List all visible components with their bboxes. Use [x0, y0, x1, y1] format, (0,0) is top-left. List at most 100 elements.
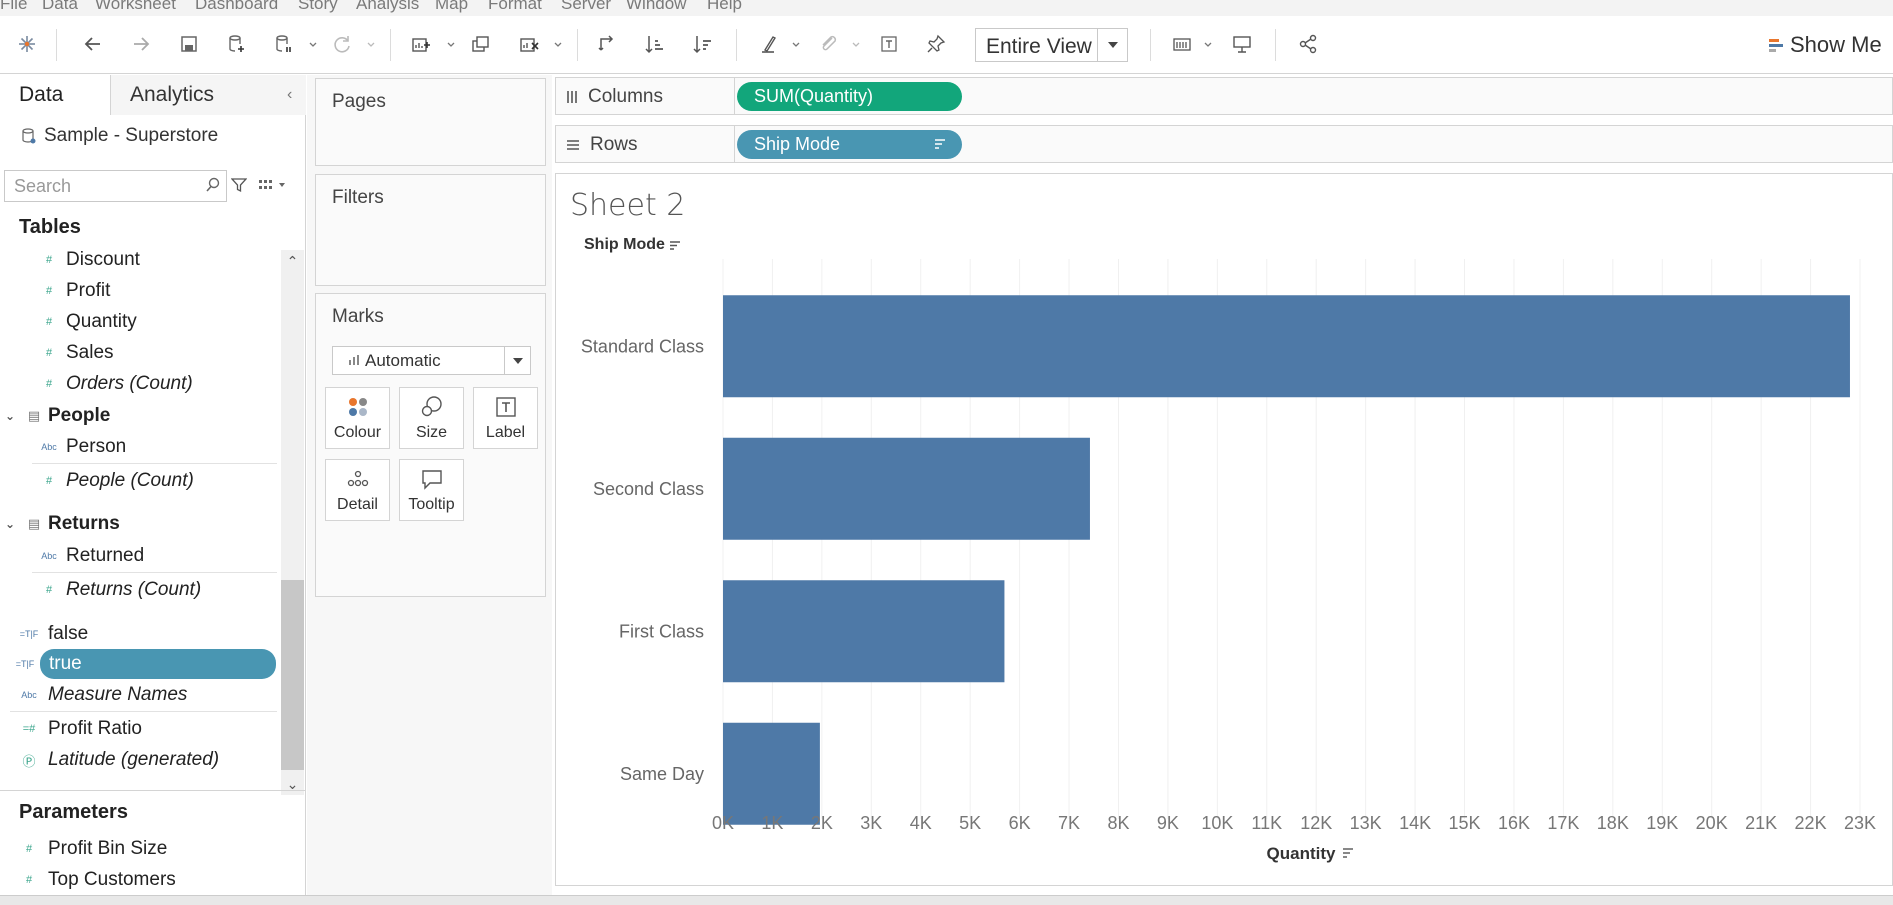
field-quantity[interactable]: # Quantity: [32, 307, 137, 337]
columns-pill[interactable]: SUM(Quantity): [737, 82, 962, 111]
pause-updates-icon[interactable]: [270, 30, 298, 58]
search-box[interactable]: [4, 170, 227, 202]
menu-format[interactable]: Format: [488, 0, 542, 14]
field-profit-ratio[interactable]: =# Profit Ratio: [10, 714, 142, 744]
highlight-icon[interactable]: [755, 30, 783, 58]
field-latitude-generated[interactable]: Ⓟ Latitude (generated): [10, 745, 219, 775]
view-toggle-icon[interactable]: [259, 178, 287, 192]
show-cards-icon[interactable]: [1168, 30, 1196, 58]
field-label: Quantity: [66, 311, 137, 332]
sort-descending-icon[interactable]: [1343, 848, 1353, 858]
param-profit-bin-size[interactable]: # Profit Bin Size: [10, 834, 167, 864]
duplicate-sheet-icon[interactable]: [467, 30, 495, 58]
size-button[interactable]: Size: [399, 387, 464, 449]
menu-worksheet[interactable]: Worksheet: [95, 0, 176, 14]
menu-story[interactable]: Story: [298, 0, 338, 14]
menu-dashboard[interactable]: Dashboard: [195, 0, 278, 14]
field-person[interactable]: Abc Person: [32, 432, 126, 462]
clear-sheet-icon[interactable]: [515, 30, 543, 58]
bar-chart[interactable]: Standard Class Second Class First Class Sam…: [556, 174, 1892, 885]
chevron-down-icon[interactable]: ⌄: [0, 517, 20, 531]
chevron-down-icon[interactable]: [308, 41, 318, 49]
search-icon[interactable]: [206, 177, 220, 193]
field-profit[interactable]: # Profit: [32, 276, 110, 306]
field-people-count[interactable]: # People (Count): [32, 466, 194, 496]
menu-help[interactable]: Help: [707, 0, 742, 14]
undo-icon[interactable]: [79, 30, 107, 58]
save-icon[interactable]: [175, 30, 203, 58]
tab-analytics[interactable]: Analytics: [111, 75, 306, 115]
show-mark-labels-icon[interactable]: [875, 30, 903, 58]
chevron-down-icon[interactable]: [366, 41, 376, 49]
rows-pill[interactable]: Ship Mode: [737, 130, 962, 159]
rows-shelf[interactable]: Rows Ship Mode: [555, 125, 1893, 163]
field-measure-names[interactable]: Abc Measure Names: [10, 680, 187, 710]
chevron-down-icon[interactable]: [553, 41, 563, 49]
field-returned[interactable]: Abc Returned: [32, 541, 144, 571]
chevron-down-icon[interactable]: [1203, 41, 1213, 49]
colour-button[interactable]: Colour: [325, 387, 390, 449]
folder-people[interactable]: ⌄ ▤ People: [0, 401, 110, 431]
fit-dropdown[interactable]: Entire View: [975, 28, 1128, 62]
swap-rows-columns-icon[interactable]: [593, 30, 621, 58]
field-discount[interactable]: # Discount: [32, 245, 140, 275]
detail-button[interactable]: Detail: [325, 459, 390, 521]
field-list: # Discount # Profit # Quantity # Sales # Orde…: [0, 245, 281, 790]
bar-same-day[interactable]: [723, 722, 820, 825]
presentation-mode-icon[interactable]: [1228, 30, 1256, 58]
collapse-pane-icon[interactable]: ‹: [287, 86, 292, 104]
measure-icon: #: [45, 347, 53, 359]
sort-ascending-icon[interactable]: [641, 30, 669, 58]
sort-descending-icon[interactable]: [669, 239, 681, 251]
sort-descending-icon[interactable]: [934, 138, 946, 150]
scroll-thumb[interactable]: [281, 580, 304, 770]
mark-type-dropdown[interactable]: Automatic: [332, 346, 531, 375]
field-sales[interactable]: # Sales: [32, 338, 114, 368]
field-returns-count[interactable]: # Returns (Count): [32, 575, 201, 605]
menu-data[interactable]: Data: [42, 0, 78, 14]
filter-icon[interactable]: [231, 177, 247, 193]
field-orders-count[interactable]: # Orders (Count): [32, 369, 193, 399]
new-datasource-icon[interactable]: [223, 30, 251, 58]
show-me-button[interactable]: Show Me: [1768, 30, 1882, 60]
bar-standard-class[interactable]: [723, 295, 1850, 398]
tooltip-button[interactable]: Tooltip: [399, 459, 464, 521]
redo-icon[interactable]: [127, 30, 155, 58]
chevron-down-icon[interactable]: [504, 347, 530, 374]
tab-data[interactable]: Data: [0, 75, 111, 115]
datasource-item[interactable]: Sample - Superstore: [22, 125, 218, 147]
chevron-up-icon[interactable]: ⌃: [281, 250, 304, 272]
filters-card[interactable]: Filters: [315, 174, 546, 286]
search-input[interactable]: [5, 171, 195, 201]
label-button[interactable]: Label: [473, 387, 538, 449]
refresh-icon[interactable]: [328, 30, 356, 58]
folder-returns[interactable]: ⌄ ▤ Returns: [0, 509, 120, 539]
share-icon[interactable]: [1294, 30, 1322, 58]
menu-window[interactable]: Window: [626, 0, 686, 14]
field-list-scrollbar[interactable]: ⌃ ⌄: [281, 250, 304, 795]
param-top-customers[interactable]: # Top Customers: [10, 865, 176, 895]
tableau-logo-icon[interactable]: [13, 30, 41, 58]
bar-first-class[interactable]: [723, 580, 1005, 683]
new-worksheet-icon[interactable]: [407, 30, 435, 58]
group-members-icon[interactable]: [815, 30, 843, 58]
chevron-down-icon[interactable]: [791, 41, 801, 49]
menu-analysis[interactable]: Analysis: [356, 0, 419, 14]
columns-shelf[interactable]: Columns SUM(Quantity): [555, 77, 1893, 115]
rows-header[interactable]: Ship Mode: [584, 236, 681, 254]
chevron-down-icon[interactable]: [446, 41, 456, 49]
pages-card[interactable]: Pages: [315, 78, 546, 166]
field-false[interactable]: =T|F false: [10, 619, 88, 649]
chevron-down-icon[interactable]: [1097, 29, 1127, 61]
menu-server[interactable]: Server: [561, 0, 611, 14]
chevron-down-icon[interactable]: ⌄: [0, 409, 20, 423]
fix-axes-pin-icon[interactable]: [922, 30, 950, 58]
menu-map[interactable]: Map: [435, 0, 468, 14]
menu-file[interactable]: File: [0, 0, 27, 14]
chevron-down-icon[interactable]: [851, 41, 861, 49]
sheet-title[interactable]: Sheet 2: [570, 188, 685, 223]
sort-descending-icon[interactable]: [689, 30, 717, 58]
bar-second-class[interactable]: [723, 437, 1090, 540]
folder-label: People: [48, 405, 111, 426]
field-true[interactable]: true: [40, 649, 276, 679]
